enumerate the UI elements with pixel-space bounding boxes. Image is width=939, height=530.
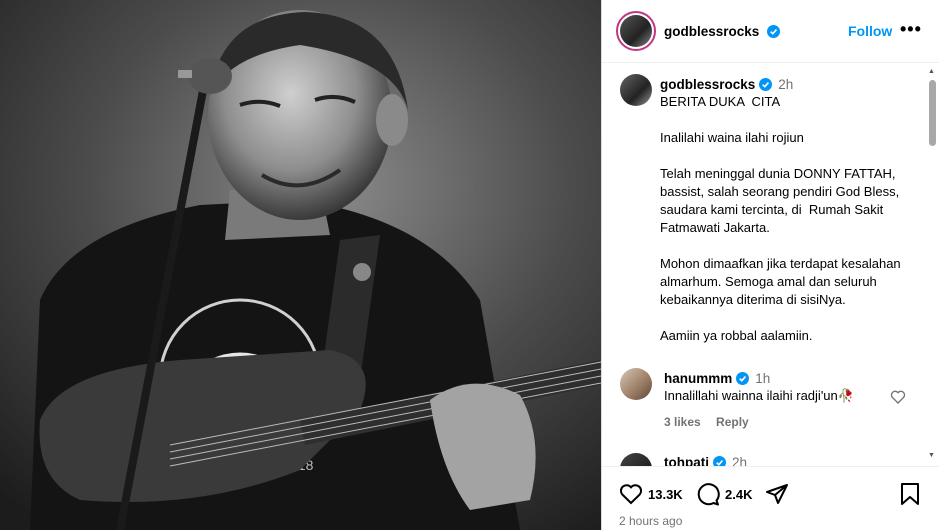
caption-username[interactable]: godblessrocks (660, 77, 755, 92)
caption-header: godblessrocks 2h (660, 77, 793, 92)
comment-heart-icon[interactable] (890, 389, 906, 405)
comment-header: tohpati 2h (664, 455, 747, 466)
share-action[interactable] (765, 482, 789, 506)
scrollbar[interactable]: ▲ ▼ (926, 66, 938, 463)
photo-illustration: 018 (0, 0, 601, 530)
comment-likes[interactable]: 3 likes (664, 415, 701, 429)
caption-time: 2h (778, 77, 794, 92)
save-action[interactable] (899, 482, 921, 506)
verified-icon (767, 24, 781, 38)
author-avatar[interactable] (616, 11, 656, 51)
verified-icon (759, 78, 773, 91)
share-icon[interactable] (765, 482, 789, 506)
like-action[interactable]: 13.3K (619, 482, 683, 506)
author-username[interactable]: godblessrocks (664, 24, 781, 39)
comment-time: 2h (732, 455, 748, 466)
follow-button[interactable]: Follow (848, 23, 892, 39)
comment-text: Innalillahi wainna ilaihi radji'un🥀 (664, 388, 854, 403)
comment-avatar[interactable] (620, 368, 652, 400)
comment-avatar[interactable] (620, 453, 652, 466)
heart-icon[interactable] (619, 482, 643, 506)
scroll-up-icon[interactable]: ▲ (928, 68, 935, 75)
more-icon[interactable]: ••• (900, 20, 922, 38)
caption-avatar[interactable] (620, 74, 652, 106)
like-count[interactable]: 13.3K (648, 487, 683, 502)
comment-meta: 3 likes Reply (664, 415, 761, 429)
comments-section[interactable]: godblessrocks 2h BERITA DUKA CITA Inalila… (602, 63, 939, 466)
comment-username[interactable]: tohpati (664, 455, 709, 466)
comment-count[interactable]: 2.4K (725, 487, 752, 502)
action-bar: 13.3K 2.4K 2 hours ago (602, 466, 939, 530)
scrollbar-thumb[interactable] (929, 80, 936, 146)
posted-time[interactable]: 2 hours ago (619, 514, 682, 528)
verified-icon (713, 456, 726, 466)
comment-action[interactable]: 2.4K (696, 482, 752, 506)
verified-icon (736, 372, 750, 385)
comment-header: hanummm 1h (664, 371, 770, 386)
scroll-down-icon[interactable]: ▼ (928, 452, 935, 459)
post-photo[interactable]: 018 (0, 0, 601, 530)
comment-icon[interactable] (696, 482, 720, 506)
author-username-text[interactable]: godblessrocks (664, 24, 759, 39)
reply-button[interactable]: Reply (716, 415, 749, 429)
comment-username[interactable]: hanummm (664, 371, 732, 386)
bookmark-icon[interactable] (899, 482, 921, 506)
comment-time: 1h (755, 371, 771, 386)
post-header: godblessrocks Follow ••• (602, 0, 939, 63)
post-panel: godblessrocks Follow ••• godblessrocks 2h… (601, 0, 939, 530)
caption-text: BERITA DUKA CITA Inalilahi waina ilahi r… (660, 94, 901, 343)
